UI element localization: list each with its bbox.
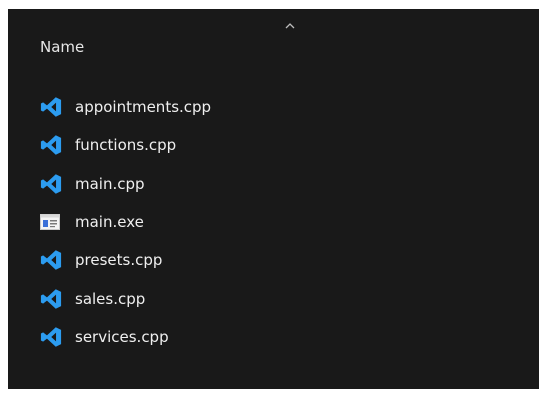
vscode-icon — [40, 96, 72, 118]
exe-icon — [40, 211, 72, 233]
file-row[interactable]: appointments.cpp — [8, 88, 539, 126]
file-row[interactable]: services.cpp — [8, 318, 539, 356]
file-row[interactable]: functions.cpp — [8, 126, 539, 164]
file-row[interactable]: sales.cpp — [8, 279, 539, 317]
vscode-icon — [40, 173, 72, 195]
name-column-header[interactable]: Name — [40, 38, 84, 56]
file-name: services.cpp — [75, 327, 169, 346]
chevron-up-icon — [285, 23, 295, 29]
file-name: sales.cpp — [75, 289, 146, 308]
file-explorer-pane: Name appointments.cpp functions.cpp main… — [8, 9, 539, 389]
file-row[interactable]: main.cpp — [8, 165, 539, 203]
vscode-icon — [40, 249, 72, 271]
file-row[interactable]: presets.cpp — [8, 241, 539, 279]
column-header[interactable]: Name — [8, 9, 539, 81]
file-name: main.exe — [75, 213, 144, 232]
file-row[interactable]: main.exe — [8, 203, 539, 241]
file-name: main.cpp — [75, 174, 145, 193]
vscode-icon — [40, 134, 72, 156]
file-list: appointments.cpp functions.cpp main.cpp — [8, 88, 539, 356]
vscode-icon — [40, 326, 72, 348]
file-name: appointments.cpp — [75, 98, 212, 117]
vscode-icon — [40, 288, 72, 310]
file-name: presets.cpp — [75, 251, 163, 270]
file-name: functions.cpp — [75, 136, 177, 155]
